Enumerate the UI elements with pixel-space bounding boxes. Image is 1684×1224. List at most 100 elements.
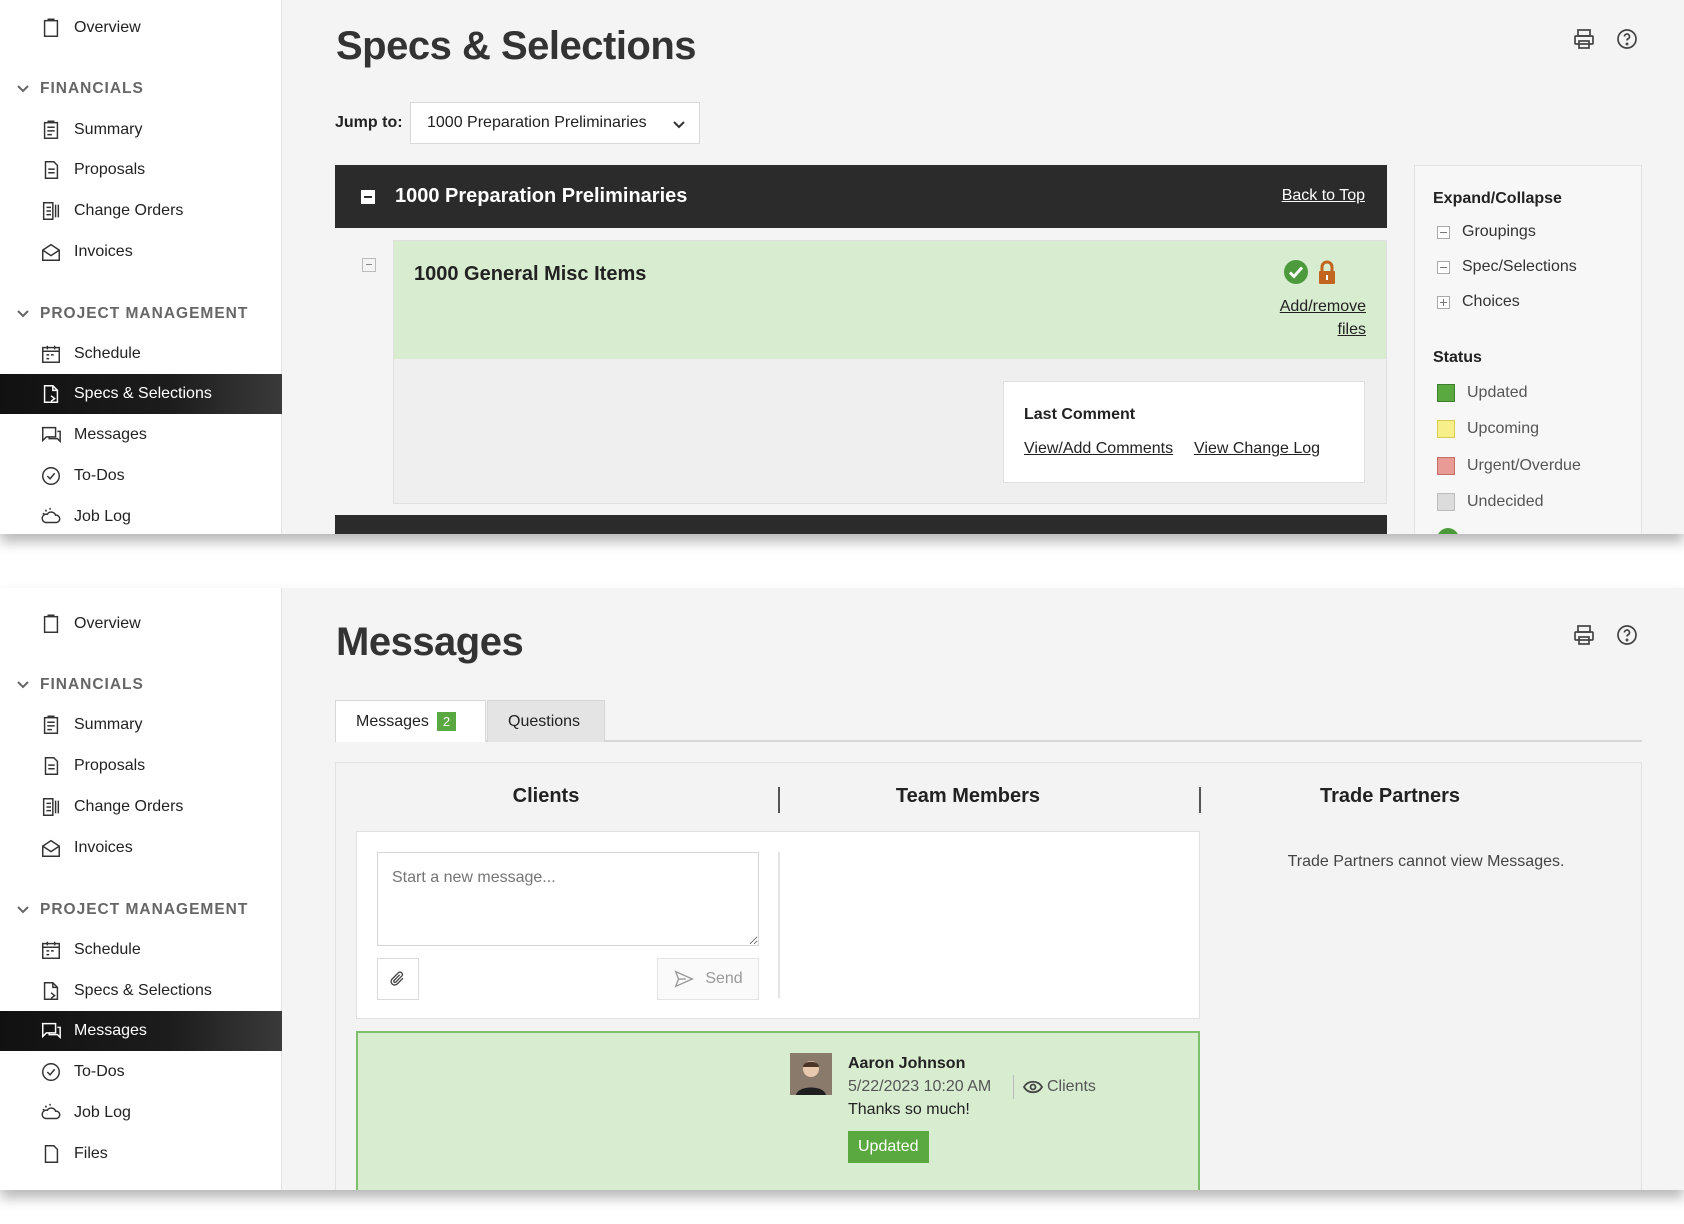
sidebar-item-messages[interactable]: Messages (0, 1011, 282, 1051)
status-heading: Status (1433, 349, 1482, 366)
trade-partners-column-header: Trade Partners (1319, 785, 1461, 807)
financials-section-header[interactable]: FINANCIALS (16, 80, 144, 98)
sidebar-item-messages[interactable]: Messages (0, 415, 282, 455)
jump-to-dropdown[interactable]: 1000 Preparation Preliminaries (410, 102, 700, 144)
new-message-input[interactable] (377, 852, 759, 946)
document-icon (40, 755, 62, 777)
sidebar-item-specs-selections[interactable]: Specs & Selections (0, 971, 282, 1011)
meta-divider (1013, 1075, 1014, 1099)
financials-section-header[interactable]: FINANCIALS (16, 676, 144, 694)
sidebar-item-job-log[interactable]: Job Log (0, 1093, 282, 1133)
compose-divider (778, 852, 780, 998)
visibility-label: Clients (1047, 1078, 1096, 1095)
collapse-icon[interactable] (361, 189, 375, 204)
sidebar-item-summary[interactable]: Summary (0, 705, 282, 745)
sidebar-item-label: Overview (74, 19, 141, 36)
sidebar-item-invoices[interactable]: Invoices (0, 828, 282, 868)
sidebar-item-files[interactable]: Files (0, 1134, 282, 1174)
sidebar-item-overview[interactable]: Overview (0, 8, 282, 48)
toggle-groupings[interactable]: Groupings (1437, 223, 1536, 241)
print-icon[interactable] (1572, 623, 1596, 647)
message-card[interactable]: Aaron Johnson 5/22/2023 10:20 AM Clients… (356, 1031, 1200, 1190)
project-management-section-header[interactable]: PROJECT MANAGEMENT (16, 305, 248, 323)
calendar-icon (40, 343, 62, 365)
sidebar-item-todos[interactable]: To-Dos (0, 456, 282, 496)
tab-label: Messages (356, 712, 429, 730)
specs-icon (40, 980, 62, 1002)
message-author: Aaron Johnson (848, 1055, 966, 1072)
sidebar-item-schedule[interactable]: Schedule (0, 930, 282, 970)
jump-to-label: Jump to: (335, 114, 403, 131)
sidebar-item-summary[interactable]: Summary (0, 110, 282, 150)
sidebar-item-label: Summary (74, 716, 143, 733)
send-button[interactable]: Send (657, 958, 759, 1000)
specs-selections-screen: Overview FINANCIALS Summary Proposals Ch… (0, 0, 1684, 534)
summary-icon (40, 714, 62, 736)
sidebar-item-label: Specs & Selections (74, 982, 212, 999)
change-order-icon (40, 796, 62, 818)
project-management-section-header[interactable]: PROJECT MANAGEMENT (16, 901, 248, 919)
attach-button[interactable] (377, 958, 419, 1000)
sidebar-item-label: Job Log (74, 508, 131, 525)
view-add-comments-link[interactable]: View/Add Comments (1024, 440, 1173, 458)
messages-screen: Overview FINANCIALS Summary Proposals Ch… (0, 588, 1684, 1190)
status-urgent: Urgent/Overdue (1437, 457, 1581, 475)
sidebar-item-schedule[interactable]: Schedule (0, 334, 282, 374)
chevron-down-icon (671, 116, 687, 132)
sidebar-item-label: Summary (74, 121, 143, 138)
sidebar-item-todos[interactable]: To-Dos (0, 1052, 282, 1092)
sidebar-item-proposals[interactable]: Proposals (0, 150, 282, 190)
document-icon (40, 159, 62, 181)
spec-item-title: 1000 General Misc Items (414, 263, 647, 285)
eye-icon (1023, 1080, 1043, 1094)
message-timestamp: 5/22/2023 10:20 AM (848, 1078, 992, 1095)
toggle-choices[interactable]: Choices (1437, 293, 1520, 311)
spec-item-header: 1000 General Misc Items Add/remove files (394, 241, 1386, 359)
expand-collapse-heading: Expand/Collapse (1433, 190, 1562, 207)
help-icon[interactable] (1615, 27, 1639, 51)
group-title: 1000 Preparation Preliminaries (395, 185, 688, 207)
section-label: FINANCIALS (40, 676, 144, 693)
clients-column-header: Clients (512, 785, 580, 807)
group-header: 1000 Preparation Preliminaries Back to T… (335, 165, 1387, 228)
file-icon (40, 1143, 62, 1165)
messages-board: Clients Team Members Trade Partners Send… (335, 762, 1642, 1190)
tab-messages[interactable]: Messages 2 (335, 700, 486, 742)
collapse-icon (1437, 260, 1450, 274)
sidebar-item-label: Overview (74, 615, 141, 632)
add-remove-files-link[interactable]: Add/remove files (1256, 295, 1366, 341)
message-visibility: Clients (1023, 1078, 1096, 1096)
tab-questions[interactable]: Questions (487, 700, 605, 742)
sidebar-item-specs-selections[interactable]: Specs & Selections (0, 374, 282, 414)
print-icon[interactable] (1572, 27, 1596, 51)
toggle-spec-selections[interactable]: Spec/Selections (1437, 258, 1577, 276)
sidebar-item-label: Invoices (74, 243, 133, 260)
sidebar-item-proposals[interactable]: Proposals (0, 746, 282, 786)
status-badge: Updated (848, 1131, 929, 1163)
sidebar-item-label: Change Orders (74, 798, 184, 815)
upcoming-label: Upcoming (1467, 420, 1540, 437)
spec-item-status (1283, 259, 1340, 285)
view-change-log-link[interactable]: View Change Log (1194, 440, 1320, 458)
urgent-swatch (1437, 457, 1455, 475)
chevron-down-icon (16, 903, 30, 917)
sidebar-item-label: Change Orders (74, 202, 184, 219)
clipboard-icon (40, 17, 62, 39)
sidebar-item-change-orders[interactable]: Change Orders (0, 191, 282, 231)
sidebar-item-overview[interactable]: Overview (0, 604, 282, 644)
lock-icon (1319, 260, 1335, 284)
item-collapse-icon[interactable] (362, 258, 376, 272)
sidebar-item-invoices[interactable]: Invoices (0, 232, 282, 272)
next-group-header (335, 515, 1387, 534)
tab-label: Questions (508, 712, 581, 730)
updated-swatch (1437, 384, 1455, 402)
message-body: Thanks so much! (848, 1101, 970, 1118)
sidebar-item-label: Specs & Selections (74, 385, 212, 402)
sidebar-item-job-log[interactable]: Job Log (0, 497, 282, 534)
back-to-top-link[interactable]: Back to Top (1282, 187, 1365, 205)
sidebar-item-label: Proposals (74, 161, 146, 178)
sidebar-item-change-orders[interactable]: Change Orders (0, 787, 282, 827)
trade-partners-note: Trade Partners cannot view Messages. (1287, 853, 1565, 870)
help-icon[interactable] (1615, 623, 1639, 647)
sidebar-item-label: Messages (74, 426, 147, 443)
